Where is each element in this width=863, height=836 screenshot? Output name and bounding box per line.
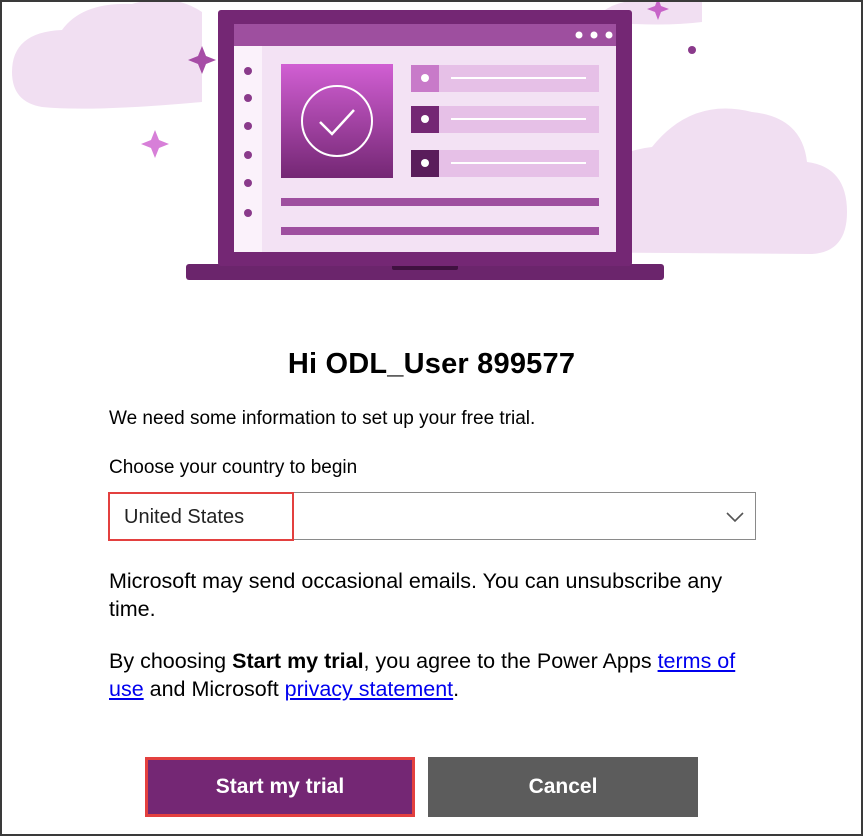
privacy-statement-link[interactable]: privacy statement (285, 677, 453, 701)
email-notice: Microsoft may send occasional emails. Yo… (109, 569, 723, 621)
terms-bold: Start my trial (232, 649, 364, 673)
terms-prefix: By choosing (109, 649, 233, 673)
terms-connector: and Microsoft (143, 677, 285, 701)
start-trial-button[interactable]: Start my trial (145, 757, 415, 817)
greeting-title: Hi ODL_User 899577 (287, 348, 576, 380)
terms-notice: By choosing Start my trial, you agree to… (109, 647, 769, 703)
trial-signup-dialog: Hi ODL_User 899577 We need some informat… (0, 0, 863, 836)
country-selected-value: United States (124, 506, 245, 528)
hero-illustration (2, 2, 861, 302)
laptop-illustration (12, 2, 847, 280)
country-select[interactable]: United States (108, 492, 756, 541)
country-label: Choose your country to begin (109, 457, 358, 478)
intro-text: We need some information to set up your … (109, 408, 536, 429)
chevron-down-icon (726, 512, 744, 523)
terms-suffix: . (453, 677, 460, 701)
cancel-button[interactable]: Cancel (428, 757, 698, 817)
terms-middle: , you agree to the Power Apps (363, 649, 658, 673)
